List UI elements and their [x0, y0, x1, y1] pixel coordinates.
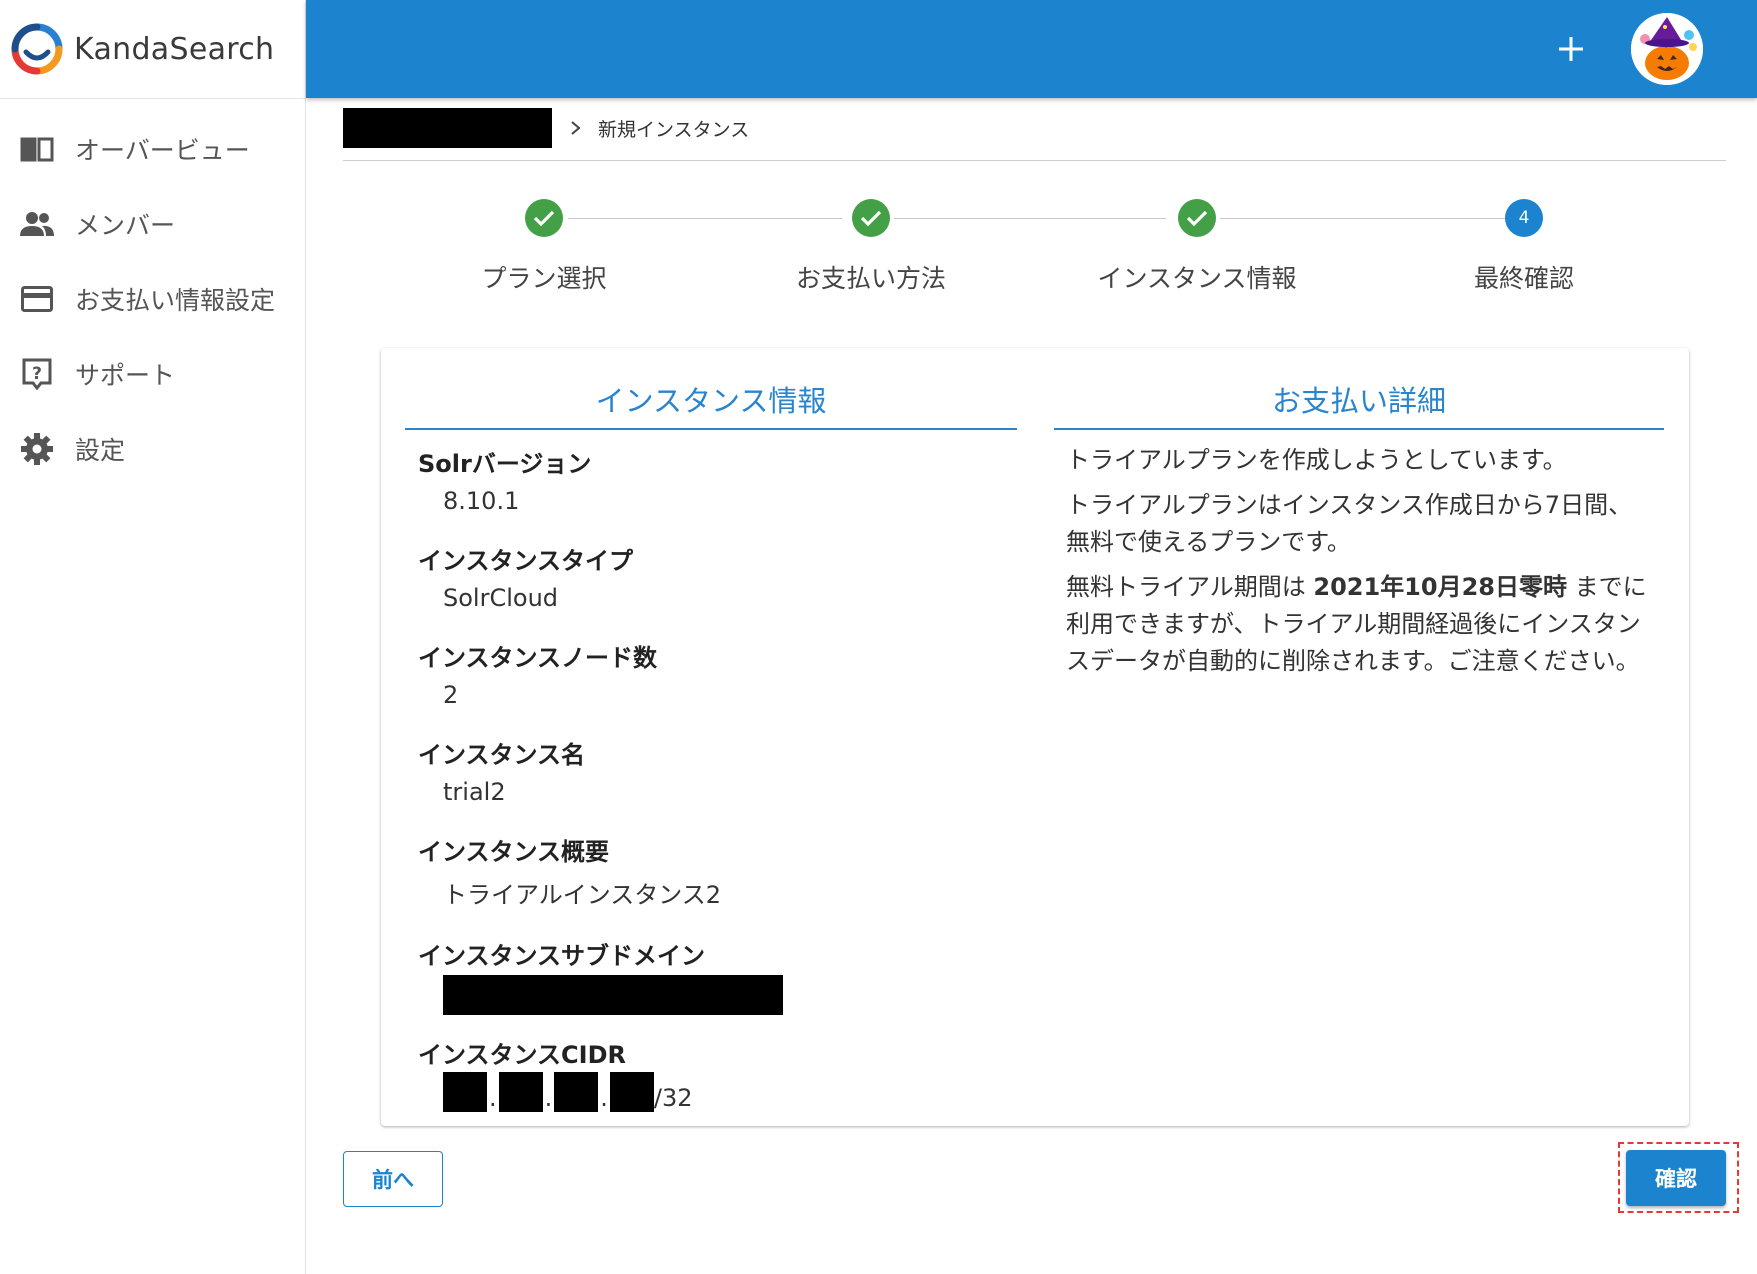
field-cidr: インスタンスCIDR . . . /32	[405, 1035, 1017, 1112]
breadcrumb-current: 新規インスタンス	[598, 118, 750, 141]
plus-icon	[1559, 37, 1583, 61]
payment-text-trial: トライアルプランはインスタンス作成日から7日間、無料で使えるプランです。	[1066, 491, 1633, 556]
field-value: トライアルインスタンス2	[443, 881, 722, 909]
field-label: インスタンスサブドメイン	[418, 942, 706, 970]
step-label: プラン選択	[481, 264, 607, 293]
svg-text:?: ?	[32, 364, 42, 384]
step-instance-info: インスタンス情報	[1087, 195, 1307, 295]
gear-icon	[19, 431, 55, 467]
breadcrumb: 新規インスタンス	[343, 108, 749, 148]
field-label: インスタンスタイプ	[418, 547, 634, 575]
prev-button[interactable]: 前へ	[343, 1151, 443, 1207]
expiry-text-pre: 無料トライアル期間は	[1066, 573, 1314, 601]
top-app-bar	[306, 0, 1757, 98]
field-value: SolrCloud	[443, 584, 559, 612]
sidebar-item-label: サポート	[75, 360, 176, 390]
redacted-subdomain	[443, 975, 783, 1015]
summary-card: インスタンス情報 Solrバージョン 8.10.1 インスタンスタイプ Solr…	[381, 348, 1689, 1126]
field-instance-name: インスタンス名 trial2	[405, 735, 1017, 806]
chevron-right-icon	[562, 120, 590, 136]
expiry-date: 2021年10月28日零時	[1313, 573, 1567, 601]
cidr-value: . . . /32	[418, 1072, 1017, 1112]
brand-logo[interactable]: KandaSearch	[0, 0, 305, 99]
step-label: インスタンス情報	[1097, 264, 1297, 293]
payment-details-panel: お支払い詳細 トライアルプランを作成しようとしています。 トライアルプランはイン…	[1054, 348, 1664, 680]
sidebar-item-label: 設定	[75, 435, 126, 465]
cidr-suffix: /32	[653, 1084, 693, 1112]
instance-info-panel: インスタンス情報 Solrバージョン 8.10.1 インスタンスタイプ Solr…	[405, 348, 1017, 1112]
payment-text-intro: トライアルプランを作成しようとしています。	[1066, 446, 1567, 474]
redacted-octet	[554, 1072, 599, 1112]
sidebar-item-settings[interactable]: 設定	[0, 411, 305, 486]
field-instance-type: インスタンスタイプ SolrCloud	[405, 541, 1017, 612]
breadcrumb-redacted-link[interactable]	[343, 108, 552, 148]
redacted-octet	[498, 1072, 543, 1112]
instance-info-title: インスタンス情報	[405, 348, 1017, 430]
user-avatar[interactable]	[1631, 13, 1703, 85]
confirm-button[interactable]: 確認	[1626, 1150, 1726, 1206]
book-open-icon	[19, 131, 55, 167]
field-node-count: インスタンスノード数 2	[405, 638, 1017, 709]
field-instance-summary: インスタンス概要 トライアルインスタンス2	[405, 832, 1017, 910]
help-box-icon: ?	[19, 356, 55, 392]
brand-name: KandaSearch	[74, 31, 275, 67]
payment-details-title: お支払い詳細	[1054, 348, 1664, 430]
field-value: trial2	[443, 778, 506, 806]
check-icon	[1178, 199, 1216, 237]
step-label: 最終確認	[1473, 264, 1574, 293]
field-label: インスタンス名	[418, 741, 586, 769]
check-icon	[525, 199, 563, 237]
add-button[interactable]	[1546, 24, 1596, 74]
sidebar-item-support[interactable]: ? サポート	[0, 336, 305, 411]
sidebar: KandaSearch オーバービュー メンバー お支払い情報設定 ? サポート	[0, 0, 306, 1274]
progress-stepper: プラン選択 お支払い方法 インスタンス情報 4 最終確認	[0, 195, 1757, 305]
step-plan-select: プラン選択	[434, 195, 654, 295]
step-label: お支払い方法	[795, 264, 946, 293]
field-label: Solrバージョン	[418, 450, 592, 478]
divider	[343, 160, 1726, 161]
payment-text-expiry: 無料トライアル期間は 2021年10月28日零時 までに利用できますが、トライア…	[1054, 569, 1664, 680]
field-value: 2	[443, 681, 459, 709]
field-label: インスタンス概要	[418, 838, 610, 866]
field-solr-version: Solrバージョン 8.10.1	[405, 444, 1017, 515]
pumpkin-avatar-icon	[1631, 13, 1703, 85]
step-number: 4	[1505, 199, 1543, 237]
field-value	[418, 975, 1017, 1021]
redacted-octet	[443, 1072, 487, 1112]
field-label: インスタンスノード数	[418, 644, 658, 672]
redacted-octet	[609, 1072, 654, 1112]
sidebar-item-label: オーバービュー	[75, 135, 250, 165]
step-payment-method: お支払い方法	[761, 195, 981, 295]
kandasearch-logo-icon	[11, 23, 63, 75]
check-icon	[852, 199, 890, 237]
field-value: 8.10.1	[443, 487, 520, 515]
field-label: インスタンスCIDR	[418, 1041, 626, 1069]
sidebar-item-overview[interactable]: オーバービュー	[0, 111, 305, 186]
field-subdomain: インスタンスサブドメイン	[405, 936, 1017, 1021]
step-final-confirm: 4 最終確認	[1414, 195, 1634, 295]
